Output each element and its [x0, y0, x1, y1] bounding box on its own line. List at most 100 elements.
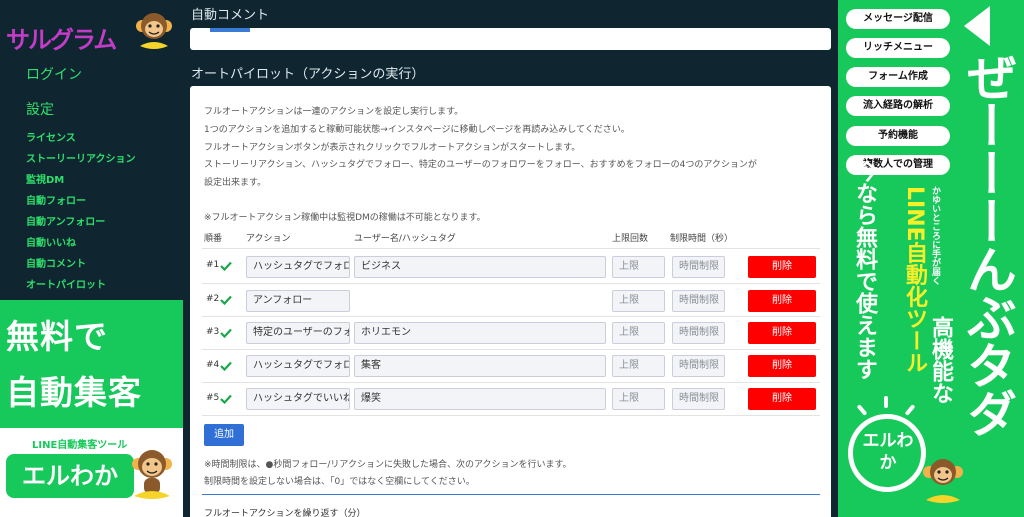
time-input[interactable]: 時間制限 [672, 355, 725, 377]
user-input[interactable]: 集客 [354, 355, 606, 377]
limit-input[interactable]: 上限 [612, 290, 665, 312]
user-input[interactable]: 爆笑 [354, 388, 606, 410]
delete-button[interactable]: 削除 [748, 355, 816, 377]
row-number: #5 [206, 393, 220, 403]
check-icon [220, 361, 232, 371]
note-time-limit: ※時間制限は、●秒間フォロー/リアクションに失敗した場合、次のアクションを行いま… [204, 460, 572, 470]
header-action: アクション [246, 234, 291, 244]
monkey-mascot-icon [923, 459, 963, 503]
time-input[interactable]: 時間制限 [672, 256, 725, 278]
left-ad-tag: LINE自動集客ツール [32, 440, 128, 451]
user-input[interactable]: ホリエモン [354, 322, 606, 344]
action-select[interactable]: ハッシュタグでフォロー [246, 256, 350, 278]
monkey-mascot-icon [132, 450, 172, 499]
warning-text: ※フルオートアクション稼働中は監視DMの稼働は不可能となります。 [204, 213, 486, 223]
note-blank: 制限時間を設定しない場合は、「0」ではなく空欄にしてください。 [204, 477, 475, 487]
logo-text: サルグラム [6, 26, 117, 54]
section-divider [202, 494, 820, 495]
header-limit: 上限回数 [612, 234, 649, 244]
row-divider [202, 316, 820, 317]
limit-input[interactable]: 上限 [612, 355, 665, 377]
delete-button[interactable]: 削除 [748, 322, 816, 344]
desc-line: 設定出来ます。 [204, 178, 267, 188]
feature-pill: メッセージ配信 [846, 9, 950, 29]
time-input[interactable]: 時間制限 [672, 322, 725, 344]
auto-comment-button-stub[interactable] [210, 28, 250, 32]
check-icon [220, 394, 232, 404]
auto-comment-card [190, 28, 831, 50]
feature-pill: 流入経路の解析 [846, 96, 950, 116]
desc-line: フルオートアクションボタンが表示されクリックでフルオートアクションがスタートしま… [204, 143, 581, 153]
autopilot-card: フルオートアクションは一連のアクションを設定し実行します。 1つのアクションを追… [190, 86, 831, 517]
row-divider [202, 349, 820, 350]
feature-pill: リッチメニュー [846, 38, 950, 58]
check-icon [220, 295, 232, 305]
feature-pill: 予約機能 [846, 126, 950, 146]
repeat-label: フルオートアクションを繰り返す（分） [204, 509, 366, 517]
row-divider [202, 283, 820, 284]
row-divider [202, 382, 820, 383]
left-ad-line2: 自動集客 [6, 373, 142, 412]
limit-input[interactable]: 上限 [612, 322, 665, 344]
nav-login[interactable]: ログイン [26, 64, 82, 84]
nav-story-reaction[interactable]: ストーリーリアクション [26, 150, 136, 165]
row-divider [202, 415, 820, 416]
section-title-auto-comment: 自動コメント [191, 8, 270, 23]
nav-auto-like[interactable]: 自動いいね [26, 234, 76, 249]
arrow-left-icon [964, 6, 990, 46]
header-time: 制限時間（秒） [670, 234, 734, 244]
main-panel: 自動コメント オートパイロット（アクションの実行） フルオートアクションは一連の… [183, 0, 838, 517]
delete-button[interactable]: 削除 [748, 290, 816, 312]
delete-button[interactable]: 削除 [748, 388, 816, 410]
sidebar: サルグラム ログイン 設定 ライセンス ストーリーリアクション 監視DM 自動フ… [0, 0, 183, 517]
desc-line: ストーリーリアクション、ハッシュタグでフォロー、特定のユーザーのフォロワーをフォ… [204, 160, 757, 170]
nav-auto-follow[interactable]: 自動フォロー [26, 192, 86, 207]
nav-auto-unfollow[interactable]: 自動アンフォロー [26, 213, 105, 228]
header-user: ユーザー名/ハッシュタグ [354, 234, 456, 244]
nav-settings[interactable]: 設定 [26, 99, 54, 119]
add-action-button[interactable]: 追加 [204, 424, 244, 446]
monkey-mascot-icon [136, 13, 172, 49]
left-ad-brand-box[interactable]: LINE自動集客ツール エルわか [0, 428, 183, 517]
limit-input[interactable]: 上限 [612, 388, 665, 410]
left-ad-brand: エルわか [6, 454, 134, 498]
row-divider [202, 248, 820, 249]
ad-high-function: 高機能な [928, 316, 953, 404]
ad-tool-name: LINE自動化ツール [902, 186, 927, 374]
ad-free-now: 今なら無料で使えます [852, 160, 877, 380]
light-ray [884, 396, 888, 408]
header-order: 順番 [204, 234, 223, 244]
ad-headline: ぜーーーんぶタダ [959, 52, 1017, 436]
check-icon [220, 261, 232, 271]
row-number: #2 [206, 294, 220, 304]
check-icon [220, 328, 232, 338]
action-select[interactable]: アンフォロー [246, 290, 350, 312]
ad-brand: エルわか [862, 431, 914, 473]
action-select[interactable]: 特定のユーザーのフォロワー [246, 322, 350, 344]
nav-auto-comment[interactable]: 自動コメント [26, 255, 86, 270]
desc-line: 1つのアクションを追加すると稼動可能状態→インスタページに移動しページを再読み込… [204, 125, 630, 135]
row-number: #4 [206, 360, 220, 370]
time-input[interactable]: 時間制限 [672, 388, 725, 410]
left-ad-line1: 無料で [6, 317, 108, 356]
row-number: #3 [206, 327, 220, 337]
row-number: #1 [206, 260, 220, 270]
desc-line: フルオートアクションは一連のアクションを設定し実行します。 [204, 107, 464, 117]
light-ray [856, 404, 868, 416]
action-select[interactable]: ハッシュタグでいいね [246, 388, 350, 410]
delete-button[interactable]: 削除 [748, 256, 816, 278]
left-ad-banner[interactable]: 無料で 自動集客 [0, 300, 183, 428]
limit-input[interactable]: 上限 [612, 256, 665, 278]
app-logo[interactable]: サルグラム [4, 8, 180, 56]
nav-monitor-dm[interactable]: 監視DM [26, 171, 64, 186]
nav-license[interactable]: ライセンス [26, 129, 76, 144]
time-input[interactable]: 時間制限 [672, 290, 725, 312]
action-select[interactable]: ハッシュタグでフォロー [246, 355, 350, 377]
feature-pill: フォーム作成 [846, 67, 950, 87]
right-ad-banner[interactable]: メッセージ配信 リッチメニュー フォーム作成 流入経路の解析 予約機能 複数人で… [838, 0, 1024, 517]
nav-autopilot[interactable]: オートパイロット [26, 276, 106, 291]
user-input[interactable]: ビジネス [354, 256, 606, 278]
light-ray [904, 404, 916, 416]
ad-subline: かゆいところに手が届く [930, 186, 940, 285]
section-title-autopilot: オートパイロット（アクションの実行） [191, 67, 425, 82]
